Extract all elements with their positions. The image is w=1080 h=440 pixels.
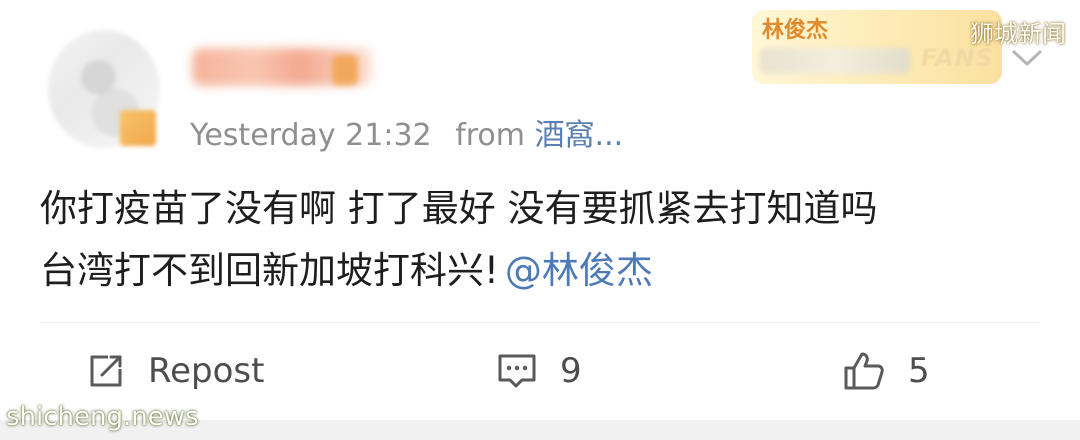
post-text-line-2-wrap: 台湾打不到回新加坡打科兴! @林俊杰 — [40, 240, 1050, 302]
watermark-bottom: shicheng.news — [6, 402, 199, 432]
like-count: 5 — [908, 351, 930, 391]
mention-link[interactable]: @林俊杰 — [505, 249, 653, 292]
fan-badge-blurred-level — [760, 48, 910, 74]
divider — [40, 322, 1040, 323]
post-meta: Yesterday 21:32 from 酒窩... — [190, 110, 623, 154]
comment-button[interactable]: 9 — [496, 346, 582, 396]
post-text-line-2: 台湾打不到回新加坡打科兴! — [40, 249, 499, 292]
post-time: Yesterday 21:32 — [190, 118, 432, 153]
fan-badge[interactable]: 林俊杰 FANS — [752, 10, 1002, 84]
comment-icon — [498, 354, 536, 388]
repost-icon — [90, 355, 122, 387]
user-level-icon — [332, 55, 358, 85]
repost-button[interactable]: Repost — [86, 346, 264, 396]
verified-badge-icon — [120, 110, 156, 146]
post-source[interactable]: 酒窩... — [535, 118, 624, 153]
post-text-line-1: 你打疫苗了没有啊 打了最好 没有要抓紧去打知道吗 — [40, 187, 878, 230]
comment-count: 9 — [560, 351, 582, 391]
chevron-down-icon[interactable] — [1010, 46, 1044, 70]
thumbs-up-icon — [844, 352, 884, 390]
from-label: from — [455, 118, 526, 153]
post-content: 你打疫苗了没有啊 打了最好 没有要抓紧去打知道吗 台湾打不到回新加坡打科兴! @林… — [40, 178, 1050, 302]
fan-badge-name: 林俊杰 — [762, 18, 829, 43]
like-button[interactable]: 5 — [842, 346, 930, 396]
repost-label: Repost — [148, 351, 265, 391]
watermark-top: 狮城新闻 — [970, 20, 1066, 48]
weibo-post: 林俊杰 FANS 狮城新闻 Yesterday 21:32 from 酒窩...… — [0, 0, 1080, 420]
